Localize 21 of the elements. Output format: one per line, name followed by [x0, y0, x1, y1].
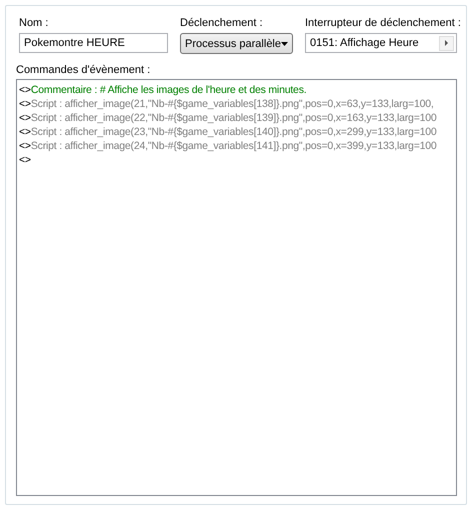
command-marker[interactable]: <>: [19, 111, 31, 125]
dropdown-arrow-icon: [281, 42, 288, 46]
script-line[interactable]: Script : afficher_image(21,"Nb-#{$game_variables[138]}.png",pos=0,x=63,y=133,larg=100,: [30, 97, 434, 111]
commands-label: Commandes d'évènement :: [16, 63, 152, 77]
command-marker[interactable]: <>: [19, 139, 31, 153]
command-marker[interactable]: <>: [19, 125, 31, 139]
trigger-label: Déclenchement :: [180, 16, 264, 30]
command-marker[interactable]: <>: [19, 153, 31, 167]
script-line[interactable]: Script : afficher_image(24,"Nb-#{$game_variables[141]}.png",pos=0,x=399,y=133,larg=100: [30, 139, 437, 153]
command-marker[interactable]: <>: [19, 83, 31, 97]
switch-field[interactable]: 0151: Affichage Heure: [305, 33, 457, 53]
script-line[interactable]: Script : afficher_image(23,"Nb-#{$game_variables[140]}.png",pos=0,x=299,y=133,larg=100: [30, 125, 437, 139]
switch-value: 0151: Affichage Heure: [310, 37, 419, 49]
right-arrow-icon: [445, 40, 448, 46]
browse-button[interactable]: [439, 36, 454, 50]
name-field[interactable]: Pokemontre HEURE: [19, 33, 168, 53]
comment-line[interactable]: Commentaire : # Affiche les images de l'heure et des minutes.: [30, 83, 306, 97]
script-line[interactable]: Script : afficher_image(22,"Nb-#{$game_variables[139]}.png",pos=0,x=163,y=133,larg=100: [30, 111, 437, 125]
trigger-dropdown[interactable]: Processus parallèle: [180, 33, 293, 54]
name-label: Nom :: [19, 16, 50, 30]
command-marker[interactable]: <>: [19, 97, 31, 111]
